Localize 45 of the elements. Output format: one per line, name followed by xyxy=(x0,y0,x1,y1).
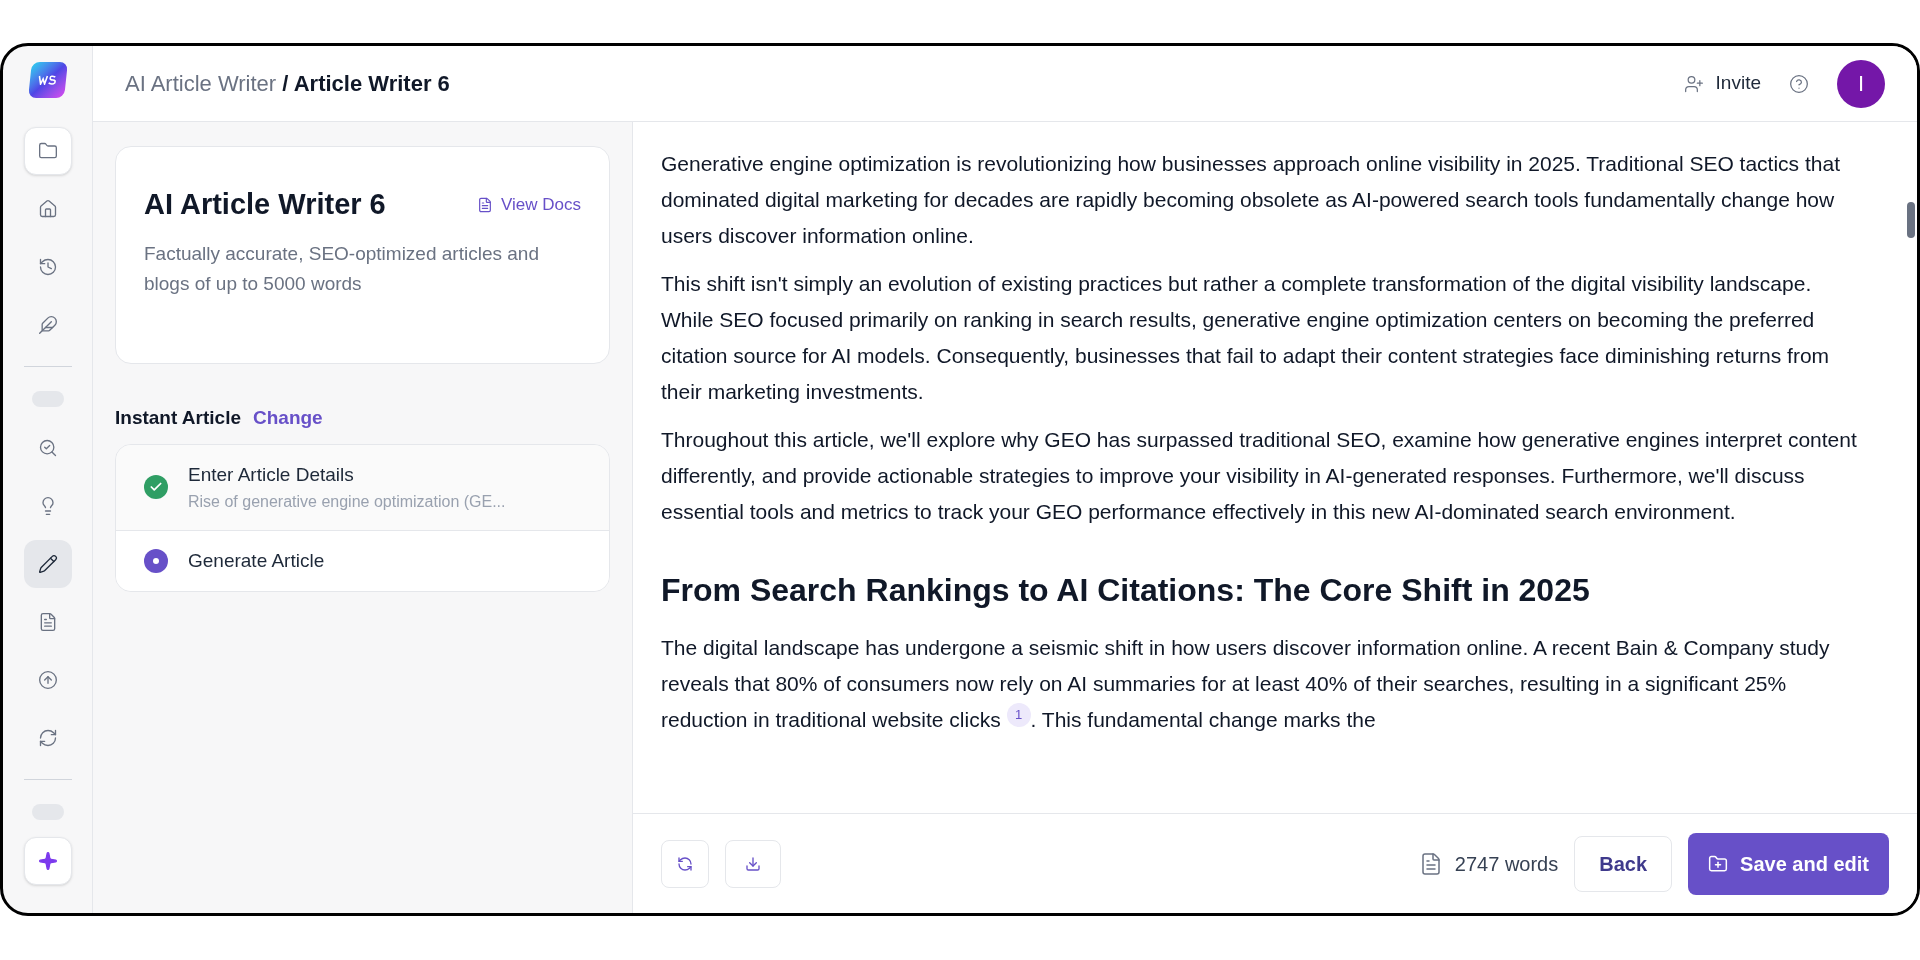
sidebar-button[interactable] xyxy=(23,127,72,175)
breadcrumb-link[interactable]: AI Article Writer xyxy=(125,71,277,96)
pencil-icon xyxy=(37,554,58,574)
back-button[interactable]: Back xyxy=(1574,835,1673,892)
app-logo[interactable] xyxy=(27,62,68,98)
search-check-icon xyxy=(37,438,58,458)
article-paragraph: Generative engine optimization is revolutionizing how businesses approach online visibility in 2025. Traditional SEO tactics that dominated digital marketing for decades are rapidly becoming obsolete as AI-powered search tools fundamentally change how users discover information online. xyxy=(661,151,1841,249)
sidebar-button[interactable] xyxy=(23,837,72,885)
step-title: Generate Article xyxy=(188,548,325,573)
home-icon xyxy=(37,199,58,219)
sparkle-icon xyxy=(37,851,58,871)
change-link[interactable]: Change xyxy=(253,403,323,432)
article-paragraph: This shift isn't simply an evolution of existing practices but rather a complete transformation of the digital visibility landscape. While SEO focused primarily on ranking in search results, generative engine optimization centers on becoming the preferred citation source for AI models. Consequently, businesses that fail to adapt their content strategies face diminishing returns from their marketing investments. xyxy=(661,271,1831,405)
feather-icon xyxy=(37,315,58,335)
upload-icon xyxy=(37,670,58,690)
download-icon xyxy=(745,855,761,872)
download-button[interactable] xyxy=(725,839,781,888)
save-and-edit-button[interactable]: Save and edit xyxy=(1688,832,1889,895)
regenerate-button[interactable] xyxy=(661,839,709,888)
step-subtitle: Rise of generative engine optimization (GE... xyxy=(188,491,506,512)
invite-button[interactable]: Invite xyxy=(1683,69,1761,98)
breadcrumb-current: / Article Writer 6 xyxy=(282,71,450,96)
sidebar-button[interactable] xyxy=(23,540,72,588)
article-heading: From Search Rankings to AI Citations: The Core Shift in 2025 xyxy=(661,571,1591,610)
refresh-icon xyxy=(677,855,693,872)
user-plus-icon xyxy=(1683,73,1704,94)
article-paragraph: The digital landscape has undergone a seismic shift in how users discover information online. A recent Bain & Company study reveals that 80% of consumers now rely on AI summaries for at least 40% of their searches, resulting in a significant 25% reduction in traditional website clicks $^{1}$ . This fundamental change marks the xyxy=(661,635,1831,733)
help-icon[interactable] xyxy=(1789,73,1809,94)
step-item[interactable]: Generate Article xyxy=(116,530,609,591)
folder-icon xyxy=(37,141,58,161)
word-count: 2747 words xyxy=(1454,851,1559,877)
tool-description: Factually accurate, SEO-optimized articles and blogs of up to 5000 words xyxy=(144,241,540,296)
user-avatar[interactable]: I xyxy=(1837,59,1885,108)
view-docs-link[interactable]: View Docs xyxy=(477,192,581,218)
step-item[interactable]: Enter Article Details Rise of generative engine optimization (GE... xyxy=(116,445,609,531)
history-icon xyxy=(37,257,58,277)
logo-icon xyxy=(36,75,59,85)
folder-plus-icon xyxy=(1708,853,1729,874)
citation-badge[interactable]: 1 xyxy=(1006,703,1031,727)
document-icon xyxy=(477,196,493,213)
article-paragraph: Throughout this article, we'll explore why GEO has surpassed traditional SEO, examine how generative engines interpret content differently, and provide actionable strategies to improve your visibility in AI-generated responses. Furthermore, we'll discuss essential tools and metrics to track your GEO performance effectively in this new AI-dominated search environment. xyxy=(661,427,1858,525)
tool-title: AI Article Writer 6 xyxy=(144,187,386,222)
refresh-icon xyxy=(37,728,58,748)
step-title: Enter Article Details xyxy=(188,463,355,487)
mode-label: Instant Article xyxy=(115,405,241,430)
